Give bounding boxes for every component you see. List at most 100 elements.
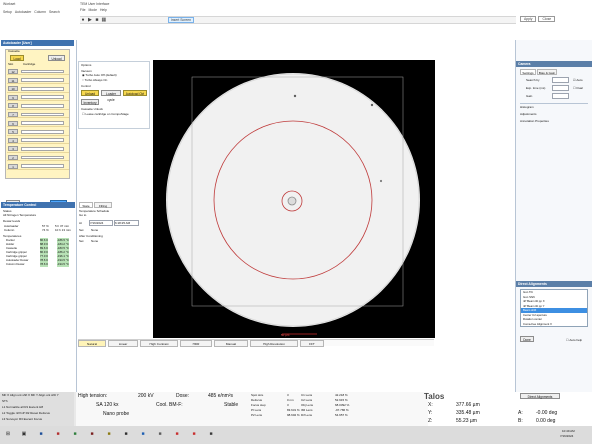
leave-cartridge-checkbox[interactable]: ☐ Leave cartridge on CompuStage <box>82 112 129 116</box>
windows-icon[interactable]: ⊞ <box>5 431 11 437</box>
slot-row[interactable]: 2 <box>7 154 69 162</box>
grid-icon[interactable]: ▦ <box>101 17 107 23</box>
slot-label: Slot <box>8 62 14 66</box>
close-button[interactable]: Close <box>538 16 556 22</box>
insert-screen-button[interactable]: Insert Screen <box>167 17 194 23</box>
search-by-label: Search by <box>526 78 540 82</box>
dewar-column: Column <box>4 228 15 232</box>
app-icon-7[interactable]: ■ <box>140 431 146 437</box>
folder-icon[interactable]: ▣ <box>21 431 27 437</box>
vacuum-option-a[interactable]: ◉ Turbo Auto Off (default) <box>82 73 117 77</box>
app-icon-4[interactable]: ■ <box>89 431 95 437</box>
cartridge-bar <box>21 146 64 151</box>
image-viewer[interactable]: 50 µm <box>153 60 435 338</box>
vacuum-option-b[interactable]: ○ Turbo Always On <box>82 78 107 82</box>
tab-natural[interactable]: Natural <box>78 340 106 347</box>
tab-high-contrast[interactable]: High Contrast <box>140 340 178 347</box>
autoload-ctrl-button[interactable]: Autoload Ctrl <box>123 90 147 96</box>
slot-row[interactable]: 4 <box>7 137 69 145</box>
app-icon-3[interactable]: ■ <box>72 431 78 437</box>
menu-search[interactable]: Search <box>49 10 60 14</box>
slot-row[interactable]: 11 <box>7 77 69 84</box>
dual-checkbox[interactable]: ☐ Dual <box>573 86 583 90</box>
app-icon-8[interactable]: ■ <box>157 431 163 437</box>
app-icon-10[interactable]: ■ <box>191 431 197 437</box>
tab-filling[interactable]: Filling <box>94 202 112 208</box>
tab-bias-gain[interactable]: Bias & Gain <box>537 69 557 75</box>
direct-alignments-dropdown[interactable]: Direct Alignments <box>520 393 560 399</box>
lens-cell: 54.957 % <box>335 413 348 417</box>
exp-time-field[interactable] <box>552 85 569 91</box>
slot-row[interactable]: 1 <box>7 163 69 170</box>
after-conditioning: After Conditioning <box>79 234 103 238</box>
shortcut-line: L1 Normalize all R1 Eucent H8 <box>2 405 44 409</box>
search-by-select[interactable] <box>552 77 569 83</box>
x-label: X: <box>428 402 433 408</box>
slot-row[interactable]: 12 <box>7 68 69 76</box>
b-label: B: <box>518 418 523 424</box>
menu-autoloader[interactable]: Autoloader <box>15 10 31 14</box>
at-date-field[interactable]: 7/16/2024 <box>89 220 113 226</box>
app-icon-2[interactable]: ■ <box>55 431 61 437</box>
menu-help[interactable]: Help <box>100 8 107 12</box>
control-unload-button[interactable]: Unload <box>81 90 99 96</box>
menu-file[interactable]: File <box>80 8 85 12</box>
tab-linear[interactable]: Linear <box>108 340 138 347</box>
tab-manual[interactable]: Manual <box>214 340 248 347</box>
slot-number: 11 <box>8 77 18 83</box>
adjustments-section[interactable]: Adjustments <box>520 112 537 116</box>
load-button[interactable]: Load <box>10 55 24 61</box>
slot-row[interactable]: 10 <box>7 85 69 93</box>
apply-button[interactable]: Apply <box>520 16 537 22</box>
taskbar-date: 7/16/2024 <box>560 434 574 438</box>
app-icon-1[interactable]: ■ <box>38 431 44 437</box>
histogram-section[interactable]: Histogram <box>520 105 534 109</box>
cartridge-bar <box>21 138 64 143</box>
tab-camera-settings[interactable]: Settings <box>520 69 536 75</box>
temp-row-k: 78.6 K <box>40 262 49 267</box>
menu-setup[interactable]: Setup <box>3 10 12 14</box>
specimen-image <box>153 60 435 338</box>
tab-fft[interactable]: FFT <box>300 340 324 347</box>
stop-icon[interactable]: ■ <box>94 17 100 23</box>
auto-checkbox[interactable]: ☑ Auto <box>573 78 583 82</box>
high-tension-value: 200 kV <box>138 393 154 399</box>
app-icon-9[interactable]: ■ <box>174 431 180 437</box>
lens-cell: 0 nm <box>287 398 294 402</box>
app-icon-5[interactable]: ■ <box>106 431 112 437</box>
inventory-button[interactable]: Inventory <box>81 99 99 105</box>
annotation-section[interactable]: Annotation Properties <box>520 119 549 123</box>
taskbar: ⊞ ▣ ■ ■ ■ ■ ■ ■ ■ ■ ■ ■ ■ 10:49 AM 7/16/… <box>0 426 592 444</box>
slot-row[interactable]: 5 <box>7 128 69 136</box>
slot-number: 8 <box>8 103 18 109</box>
done-button[interactable]: Done <box>520 336 534 342</box>
auto-help-checkbox[interactable]: ☐ Auto help <box>566 338 582 342</box>
tab-high-resolution[interactable]: High Resolution <box>250 340 298 347</box>
slot-row[interactable]: 9 <box>7 94 69 102</box>
lens-cell: Spot size <box>251 393 264 397</box>
slot-row[interactable]: 6 <box>7 120 69 127</box>
menu-mode[interactable]: Mode <box>88 8 96 12</box>
slot-number: 9 <box>8 94 18 100</box>
play-icon[interactable]: ▶ <box>87 17 93 23</box>
shortcut-line: MF X Align unt shft X MF Y Align unt shf… <box>2 393 59 397</box>
at-time-value: 6:18:25 AM <box>115 221 131 225</box>
at-time-field[interactable]: 6:18:25 AM <box>114 220 139 226</box>
tab-hdr[interactable]: HDR <box>180 340 212 347</box>
menu-column[interactable]: Column <box>34 10 46 14</box>
cartridge-bar <box>21 121 64 125</box>
slot-number: 10 <box>8 86 18 92</box>
tab-state[interactable]: State <box>79 202 93 208</box>
exp-time-label: Exp. time (ms) <box>526 86 546 90</box>
loader-cycle-button[interactable]: Loader cycle <box>101 90 121 102</box>
gain-field[interactable] <box>552 93 569 99</box>
slot-row[interactable]: 3 <box>7 145 69 153</box>
app-icon-11[interactable]: ■ <box>208 431 214 437</box>
direct-alignments-list[interactable]: Gun Tilt Gun Shift nP Beam tilt pp X nP … <box>520 289 588 327</box>
alignment-item[interactable]: Coma-free Alignment X <box>521 322 587 327</box>
slot-row[interactable]: 8 <box>7 102 69 110</box>
camera-icon[interactable]: ● <box>80 17 86 23</box>
app-icon-6[interactable]: ■ <box>123 431 129 437</box>
unload-button[interactable]: Unload <box>48 55 65 61</box>
slot-row[interactable]: 7 <box>7 111 69 119</box>
